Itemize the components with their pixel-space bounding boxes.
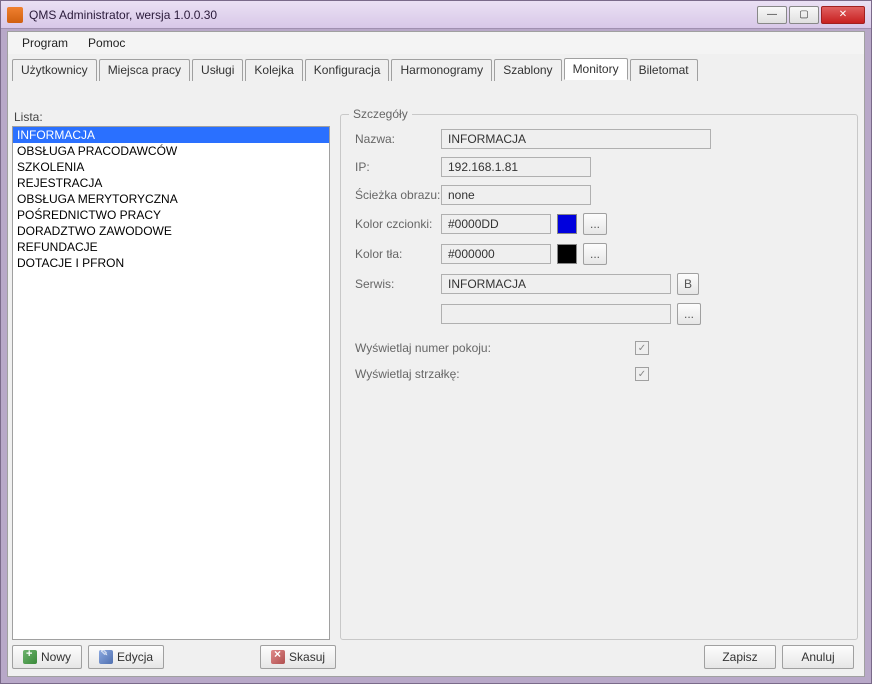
list-item[interactable]: INFORMACJA <box>13 127 329 143</box>
serwis-label: Serwis: <box>355 277 441 291</box>
tab-page-monitory: Lista: INFORMACJA OBSŁUGA PRACODAWCÓW SZ… <box>12 108 860 640</box>
wysw-strzalke-checkbox[interactable]: ✓ <box>635 367 649 381</box>
serwis-field[interactable]: INFORMACJA <box>441 274 671 294</box>
menu-program[interactable]: Program <box>12 34 78 52</box>
kolor-czcionki-label: Kolor czcionki: <box>355 217 441 231</box>
list-label: Lista: <box>12 108 336 126</box>
tab-harmonogramy[interactable]: Harmonogramy <box>391 59 492 81</box>
sciezka-field[interactable]: none <box>441 185 591 205</box>
close-button[interactable]: ✕ <box>821 6 865 24</box>
list-item[interactable]: DOTACJE I PFRON <box>13 255 329 271</box>
list-item[interactable]: OBSŁUGA MERYTORYCZNA <box>13 191 329 207</box>
serwis-b-button[interactable]: B <box>677 273 699 295</box>
tab-kolejka[interactable]: Kolejka <box>245 59 302 81</box>
edycja-button[interactable]: Edycja <box>88 645 164 669</box>
wysw-pokoju-checkbox[interactable]: ✓ <box>635 341 649 355</box>
minimize-button[interactable]: — <box>757 6 787 24</box>
nowy-button[interactable]: Nowy <box>12 645 82 669</box>
edit-icon <box>99 650 113 664</box>
list-item[interactable]: REFUNDACJE <box>13 239 329 255</box>
list-item[interactable]: SZKOLENIA <box>13 159 329 175</box>
list-item[interactable]: DORADZTWO ZAWODOWE <box>13 223 329 239</box>
nazwa-label: Nazwa: <box>355 132 441 146</box>
kolor-tla-field[interactable]: #000000 <box>441 244 551 264</box>
details-groupbox: Szczegóły Nazwa: INFORMACJA IP: 192.168.… <box>340 114 858 640</box>
bg-color-browse-button[interactable]: ... <box>583 243 607 265</box>
details-title: Szczegóły <box>349 107 412 121</box>
font-color-browse-button[interactable]: ... <box>583 213 607 235</box>
wysw-pokoju-label: Wyświetlaj numer pokoju: <box>355 341 635 355</box>
details-panel: Szczegóły Nazwa: INFORMACJA IP: 192.168.… <box>340 108 860 640</box>
window-title: QMS Administrator, wersja 1.0.0.30 <box>29 8 757 22</box>
skasuj-button[interactable]: Skasuj <box>260 645 336 669</box>
ip-field[interactable]: 192.168.1.81 <box>441 157 591 177</box>
anuluj-label: Anuluj <box>801 650 834 664</box>
tab-monitory[interactable]: Monitory <box>564 58 628 80</box>
monitor-listbox[interactable]: INFORMACJA OBSŁUGA PRACODAWCÓW SZKOLENIA… <box>12 126 330 640</box>
menubar: Program Pomoc <box>8 32 864 54</box>
zapisz-label: Zapisz <box>722 650 757 664</box>
zapisz-button[interactable]: Zapisz <box>704 645 776 669</box>
edycja-label: Edycja <box>117 650 153 664</box>
titlebar: QMS Administrator, wersja 1.0.0.30 — ▢ ✕ <box>1 1 871 29</box>
tab-uzytkownicy[interactable]: Użytkownicy <box>12 59 97 81</box>
tab-miejsca-pracy[interactable]: Miejsca pracy <box>99 59 190 81</box>
maximize-button[interactable]: ▢ <box>789 6 819 24</box>
menu-pomoc[interactable]: Pomoc <box>78 34 135 52</box>
app-window: QMS Administrator, wersja 1.0.0.30 — ▢ ✕… <box>0 0 872 684</box>
tab-biletomat[interactable]: Biletomat <box>630 59 698 81</box>
nazwa-field[interactable]: INFORMACJA <box>441 129 711 149</box>
kolor-tla-label: Kolor tła: <box>355 247 441 261</box>
client-area: Program Pomoc Użytkownicy Miejsca pracy … <box>7 31 865 677</box>
app-icon <box>7 7 23 23</box>
new-icon <box>23 650 37 664</box>
ip-label: IP: <box>355 160 441 174</box>
tab-konfiguracja[interactable]: Konfiguracja <box>305 59 390 81</box>
tab-uslugi[interactable]: Usługi <box>192 59 243 81</box>
bottom-toolbar: Nowy Edycja Skasuj Zapisz Anuluj <box>12 644 860 670</box>
window-controls: — ▢ ✕ <box>757 6 865 24</box>
delete-icon <box>271 650 285 664</box>
tabstrip: Użytkownicy Miejsca pracy Usługi Kolejka… <box>8 54 864 80</box>
serwis2-browse-button[interactable]: ... <box>677 303 701 325</box>
list-item[interactable]: OBSŁUGA PRACODAWCÓW <box>13 143 329 159</box>
bg-color-swatch <box>557 244 577 264</box>
kolor-czcionki-field[interactable]: #0000DD <box>441 214 551 234</box>
serwis2-field[interactable] <box>441 304 671 324</box>
list-item[interactable]: REJESTRACJA <box>13 175 329 191</box>
list-item[interactable]: POŚREDNICTWO PRACY <box>13 207 329 223</box>
wysw-strzalke-label: Wyświetlaj strzałkę: <box>355 367 635 381</box>
tab-szablony[interactable]: Szablony <box>494 59 561 81</box>
list-panel: Lista: INFORMACJA OBSŁUGA PRACODAWCÓW SZ… <box>12 108 336 640</box>
anuluj-button[interactable]: Anuluj <box>782 645 854 669</box>
nowy-label: Nowy <box>41 650 71 664</box>
skasuj-label: Skasuj <box>289 650 325 664</box>
sciezka-label: Ścieżka obrazu: <box>355 188 441 202</box>
font-color-swatch <box>557 214 577 234</box>
